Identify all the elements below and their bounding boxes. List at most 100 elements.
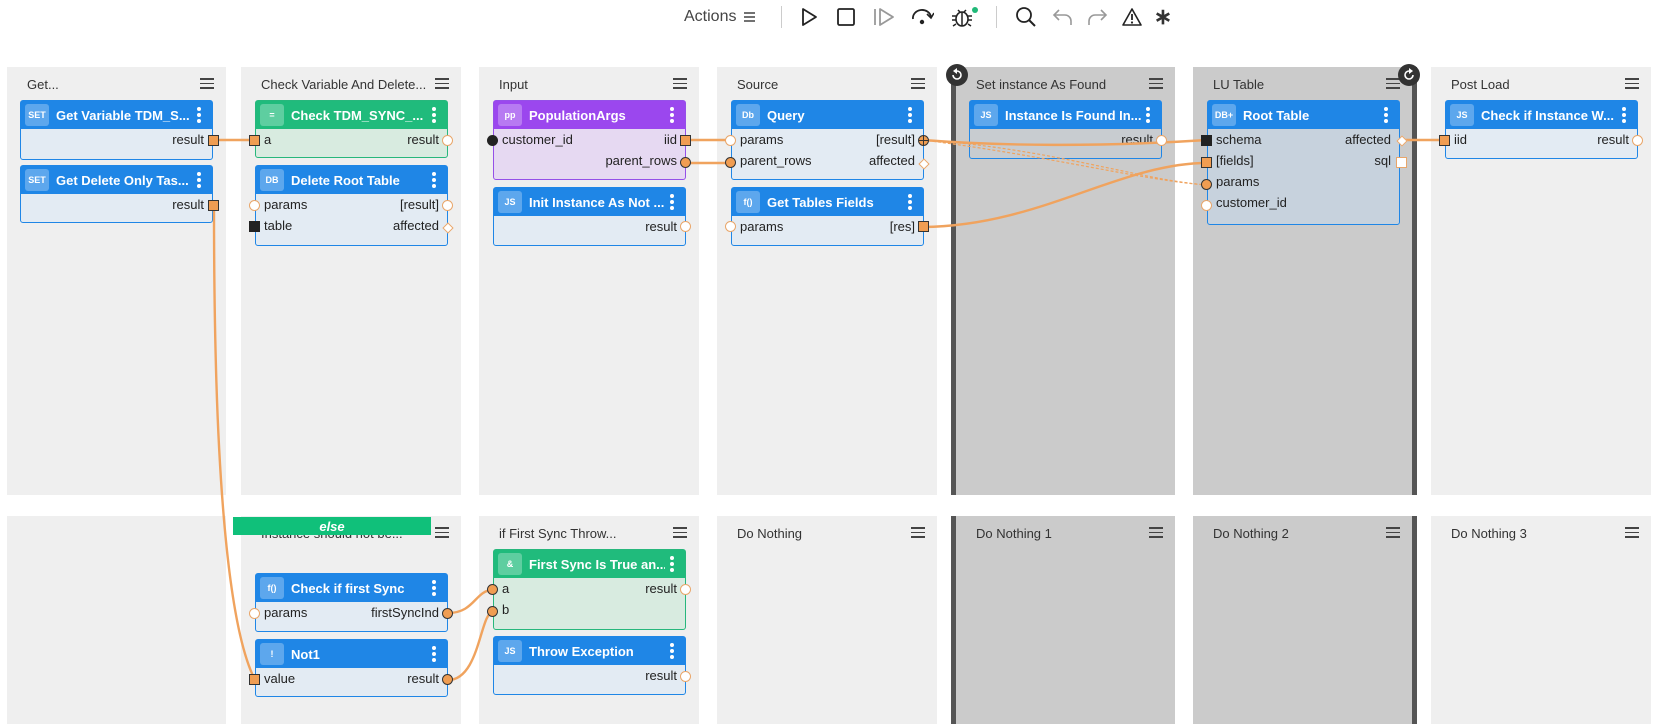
actor-instance-is-found[interactable]: JS Instance Is Found In... result bbox=[969, 100, 1162, 159]
rotate-right-icon[interactable] bbox=[1398, 64, 1420, 86]
actor-query[interactable]: Db Query params [result] parent_rows affec… bbox=[731, 100, 924, 180]
output-port[interactable] bbox=[918, 135, 929, 146]
kebab-menu-icon[interactable] bbox=[1379, 107, 1393, 123]
play-icon[interactable] bbox=[796, 3, 822, 31]
kebab-menu-icon[interactable] bbox=[665, 556, 679, 572]
output-port[interactable] bbox=[680, 157, 691, 168]
output-port[interactable] bbox=[680, 221, 691, 232]
actor-init-instance[interactable]: JS Init Instance As Not ... result bbox=[493, 187, 686, 246]
asterisk-icon[interactable]: ∗ bbox=[1150, 3, 1176, 31]
output-port[interactable] bbox=[208, 200, 219, 211]
input-port[interactable] bbox=[1201, 157, 1212, 168]
stage-menu-icon[interactable] bbox=[673, 524, 687, 540]
stage-menu-icon[interactable] bbox=[1386, 524, 1400, 540]
stage-menu-icon[interactable] bbox=[1625, 524, 1639, 540]
stage-do-nothing-1[interactable]: Do Nothing 1 bbox=[951, 516, 1175, 724]
output-port[interactable] bbox=[918, 221, 929, 232]
output-port[interactable] bbox=[1156, 135, 1167, 146]
input-port[interactable] bbox=[487, 135, 498, 146]
actions-menu[interactable]: Actions bbox=[684, 3, 768, 31]
kebab-menu-icon[interactable] bbox=[192, 172, 206, 188]
stage-do-nothing-2[interactable]: Do Nothing 2 bbox=[1193, 516, 1417, 724]
input-port[interactable] bbox=[1201, 200, 1212, 211]
js-badge-icon: JS bbox=[498, 640, 522, 662]
output-port[interactable] bbox=[680, 584, 691, 595]
output-label: result bbox=[172, 132, 204, 147]
kebab-menu-icon[interactable] bbox=[903, 194, 917, 210]
output-port[interactable] bbox=[680, 671, 691, 682]
stage-menu-icon[interactable] bbox=[435, 75, 449, 91]
input-port[interactable] bbox=[725, 135, 736, 146]
input-port[interactable] bbox=[249, 608, 260, 619]
actor-root-table[interactable]: DB+ Root Table schema affected [fields] sq… bbox=[1207, 100, 1400, 225]
actor-get-tables-fields[interactable]: f() Get Tables Fields params [res] bbox=[731, 187, 924, 246]
stage-do-nothing-3[interactable]: Do Nothing 3 bbox=[1431, 516, 1651, 724]
kebab-menu-icon[interactable] bbox=[427, 172, 441, 188]
output-port[interactable] bbox=[442, 135, 453, 146]
step-over-icon[interactable] bbox=[908, 3, 936, 31]
input-port[interactable] bbox=[1201, 179, 1212, 190]
output-port[interactable] bbox=[680, 135, 691, 146]
output-port[interactable] bbox=[208, 135, 219, 146]
output-port[interactable] bbox=[1632, 135, 1643, 146]
output-port[interactable] bbox=[442, 608, 453, 619]
actor-throw-exception[interactable]: JS Throw Exception result bbox=[493, 636, 686, 695]
actor-first-sync-is-true[interactable]: & First Sync Is True an... a result b bbox=[493, 549, 686, 630]
input-port[interactable] bbox=[249, 221, 260, 232]
input-port[interactable] bbox=[725, 157, 736, 168]
stop-icon[interactable] bbox=[833, 3, 859, 31]
stage-menu-icon[interactable] bbox=[435, 524, 449, 540]
actor-name: PopulationArgs bbox=[529, 107, 626, 123]
stage-do-nothing[interactable]: Do Nothing bbox=[717, 516, 937, 724]
step-icon[interactable] bbox=[870, 3, 898, 31]
kebab-menu-icon[interactable] bbox=[1617, 107, 1631, 123]
stage-menu-icon[interactable] bbox=[1149, 75, 1163, 91]
warning-icon[interactable] bbox=[1118, 3, 1146, 31]
kebab-menu-icon[interactable] bbox=[192, 107, 206, 123]
input-port[interactable] bbox=[1439, 135, 1450, 146]
input-port[interactable] bbox=[1201, 135, 1212, 146]
kebab-menu-icon[interactable] bbox=[665, 643, 679, 659]
output-port[interactable] bbox=[442, 200, 453, 211]
rotate-left-icon[interactable] bbox=[946, 64, 968, 86]
redo-icon[interactable] bbox=[1083, 3, 1111, 31]
kebab-menu-icon[interactable] bbox=[427, 580, 441, 596]
kebab-menu-icon[interactable] bbox=[665, 107, 679, 123]
stage-menu-icon[interactable] bbox=[673, 75, 687, 91]
input-port[interactable] bbox=[249, 674, 260, 685]
actor-name: First Sync Is True an... bbox=[529, 556, 665, 572]
kebab-menu-icon[interactable] bbox=[1141, 107, 1155, 123]
js-badge-icon: JS bbox=[1450, 104, 1474, 126]
actor-delete-root-table[interactable]: DB Delete Root Table params [result] tabl… bbox=[255, 165, 448, 246]
actor-check-if-instance[interactable]: JS Check if Instance W... iid result bbox=[1445, 100, 1638, 159]
output-port[interactable] bbox=[1396, 157, 1407, 168]
stage-menu-icon[interactable] bbox=[1149, 524, 1163, 540]
search-icon[interactable] bbox=[1012, 3, 1040, 31]
actor-population-args[interactable]: pp PopulationArgs customer_id iid parent_… bbox=[493, 100, 686, 180]
input-port[interactable] bbox=[249, 200, 260, 211]
output-label: parent_rows bbox=[605, 153, 677, 168]
stage-menu-icon[interactable] bbox=[911, 524, 925, 540]
kebab-menu-icon[interactable] bbox=[665, 194, 679, 210]
input-port[interactable] bbox=[725, 221, 736, 232]
kebab-menu-icon[interactable] bbox=[903, 107, 917, 123]
kebab-menu-icon[interactable] bbox=[427, 107, 441, 123]
input-label: value bbox=[264, 671, 296, 686]
output-label: [result] bbox=[399, 197, 439, 212]
actor-not1[interactable]: ! Not1 value result bbox=[255, 639, 448, 697]
kebab-menu-icon[interactable] bbox=[427, 646, 441, 662]
debug-icon[interactable] bbox=[947, 3, 978, 31]
actor-get-delete-only[interactable]: SET Get Delete Only Tas... result bbox=[20, 165, 213, 223]
output-port[interactable] bbox=[442, 674, 453, 685]
input-port[interactable] bbox=[487, 584, 498, 595]
stage-menu-icon[interactable] bbox=[1625, 75, 1639, 91]
actor-get-variable[interactable]: SET Get Variable TDM_S... result bbox=[20, 100, 213, 160]
undo-icon[interactable] bbox=[1049, 3, 1077, 31]
actor-check-tdm-sync[interactable]: = Check TDM_SYNC_... a result bbox=[255, 100, 448, 158]
input-port[interactable] bbox=[487, 606, 498, 617]
input-port[interactable] bbox=[249, 135, 260, 146]
hamburger-icon bbox=[744, 12, 756, 22]
stage-menu-icon[interactable] bbox=[911, 75, 925, 91]
actor-check-first-sync[interactable]: f() Check if first Sync params firstSyncI… bbox=[255, 573, 448, 632]
stage-menu-icon[interactable] bbox=[200, 75, 214, 91]
